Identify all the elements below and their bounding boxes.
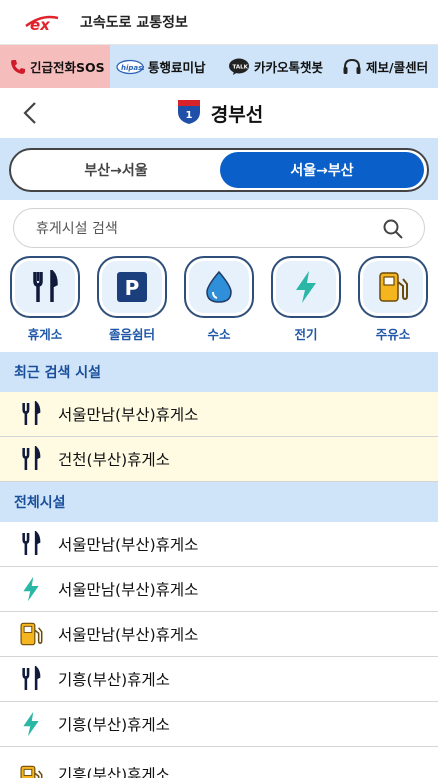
search-icon[interactable] xyxy=(382,218,404,240)
parking-icon: P xyxy=(97,256,167,318)
fork-knife-icon xyxy=(18,445,44,473)
lightning-icon xyxy=(271,256,341,318)
page-header: 1 경부선 xyxy=(0,88,438,138)
direction-busan-seoul[interactable]: 부산→서울 xyxy=(14,152,218,188)
category-rest-area[interactable]: 휴게소 xyxy=(9,256,81,343)
facility-item[interactable]: 서울만남(부산)휴게소 xyxy=(0,522,438,567)
direction-area: 부산→서울 서울→부산 xyxy=(0,138,438,200)
svg-text:1: 1 xyxy=(185,110,192,121)
fuel-pump-icon xyxy=(18,620,44,648)
facility-item[interactable]: 기흥(부산)휴게소 xyxy=(0,657,438,702)
category-label: 휴게소 xyxy=(27,327,63,342)
fork-knife-icon xyxy=(18,400,44,428)
kakao-chatbot-label: 카카오톡챗봇 xyxy=(254,60,324,75)
lightning-icon xyxy=(18,710,44,738)
facility-name: 서울만남(부산)휴게소 xyxy=(58,536,199,554)
report-callcenter-label: 제보/콜센터 xyxy=(366,60,429,75)
recent-item[interactable]: 서울만남(부산)휴게소 xyxy=(0,392,438,437)
svg-text:P: P xyxy=(125,276,140,300)
category-gas-station[interactable]: 주유소 xyxy=(357,256,429,343)
emergency-call-label: 긴급전화SOS xyxy=(30,60,105,75)
facility-item[interactable]: 기흥(부산)휴게소 xyxy=(0,702,438,747)
fork-knife-icon xyxy=(18,530,44,558)
report-callcenter-button[interactable]: 제보/콜센터 xyxy=(336,45,438,88)
facility-search-input[interactable]: 휴게시설 검색 xyxy=(13,208,425,248)
category-drowsy-shelter[interactable]: P 졸음쉼터 xyxy=(96,256,168,343)
lightning-icon xyxy=(18,575,44,603)
facility-name: 기흥(부산)휴게소 xyxy=(58,766,170,778)
svg-text:hipass: hipass xyxy=(121,64,144,72)
highway-shield-icon: 1 xyxy=(175,97,203,130)
facility-item[interactable]: 서울만남(부산)휴게소 xyxy=(0,567,438,612)
category-label: 졸음쉼터 xyxy=(108,327,155,342)
recent-section-header: 최근 검색 시설 xyxy=(0,352,438,392)
route-title: 1 경부선 xyxy=(175,97,263,130)
recent-item[interactable]: 건천(부산)휴게소 xyxy=(0,437,438,482)
facility-name: 서울만남(부산)휴게소 xyxy=(58,626,199,644)
category-label: 수소 xyxy=(207,327,231,342)
category-hydrogen[interactable]: 수소 xyxy=(183,256,255,343)
app-title: 고속도로 교통정보 xyxy=(80,15,188,31)
facility-name: 서울만남(부산)휴게소 xyxy=(58,581,199,599)
ex-logo-icon: ex xyxy=(22,11,72,34)
phone-icon xyxy=(10,59,26,75)
facility-name: 서울만남(부산)휴게소 xyxy=(58,406,199,424)
kakaotalk-icon: TALK xyxy=(228,58,250,76)
water-drop-icon xyxy=(184,256,254,318)
facility-name: 건천(부산)휴게소 xyxy=(58,451,170,469)
fork-knife-icon xyxy=(18,665,44,693)
facility-item[interactable]: 서울만남(부산)휴게소 xyxy=(0,612,438,657)
hipass-icon: hipass xyxy=(116,59,144,75)
category-label: 주유소 xyxy=(375,327,411,342)
headset-icon xyxy=(342,58,362,76)
app-topbar: ex 고속도로 교통정보 xyxy=(0,0,438,45)
all-section-header: 전체시설 xyxy=(0,482,438,522)
svg-text:TALK: TALK xyxy=(233,64,249,70)
toll-unpaid-label: 통행료미납 xyxy=(148,60,206,75)
fuel-pump-icon xyxy=(18,763,44,778)
fork-knife-icon xyxy=(10,256,80,318)
facility-item[interactable]: 기흥(부산)휴게소 xyxy=(0,747,438,778)
fuel-pump-icon xyxy=(358,256,428,318)
category-electric[interactable]: 전기 xyxy=(270,256,342,343)
svg-text:ex: ex xyxy=(30,16,51,33)
search-placeholder: 휴게시설 검색 xyxy=(36,221,118,237)
facility-name: 기흥(부산)휴게소 xyxy=(58,671,170,689)
kakao-chatbot-button[interactable]: TALK 카카오톡챗봇 xyxy=(222,45,336,88)
emergency-call-button[interactable]: 긴급전화SOS xyxy=(0,45,110,88)
facility-name: 기흥(부산)휴게소 xyxy=(58,716,170,734)
quick-menu-bar: 긴급전화SOS hipass 통행료미납 TALK 카카오톡챗봇 제보/콜센터 xyxy=(0,45,438,88)
category-label: 전기 xyxy=(294,327,318,342)
direction-toggle: 부산→서울 서울→부산 xyxy=(9,148,429,192)
toll-unpaid-button[interactable]: hipass 통행료미납 xyxy=(110,45,222,88)
category-filter-bar: 휴게소 P 졸음쉼터 수소 전기 주유소 xyxy=(0,256,438,348)
back-icon[interactable] xyxy=(18,100,44,126)
route-name: 경부선 xyxy=(210,103,264,126)
direction-seoul-busan[interactable]: 서울→부산 xyxy=(220,152,424,188)
